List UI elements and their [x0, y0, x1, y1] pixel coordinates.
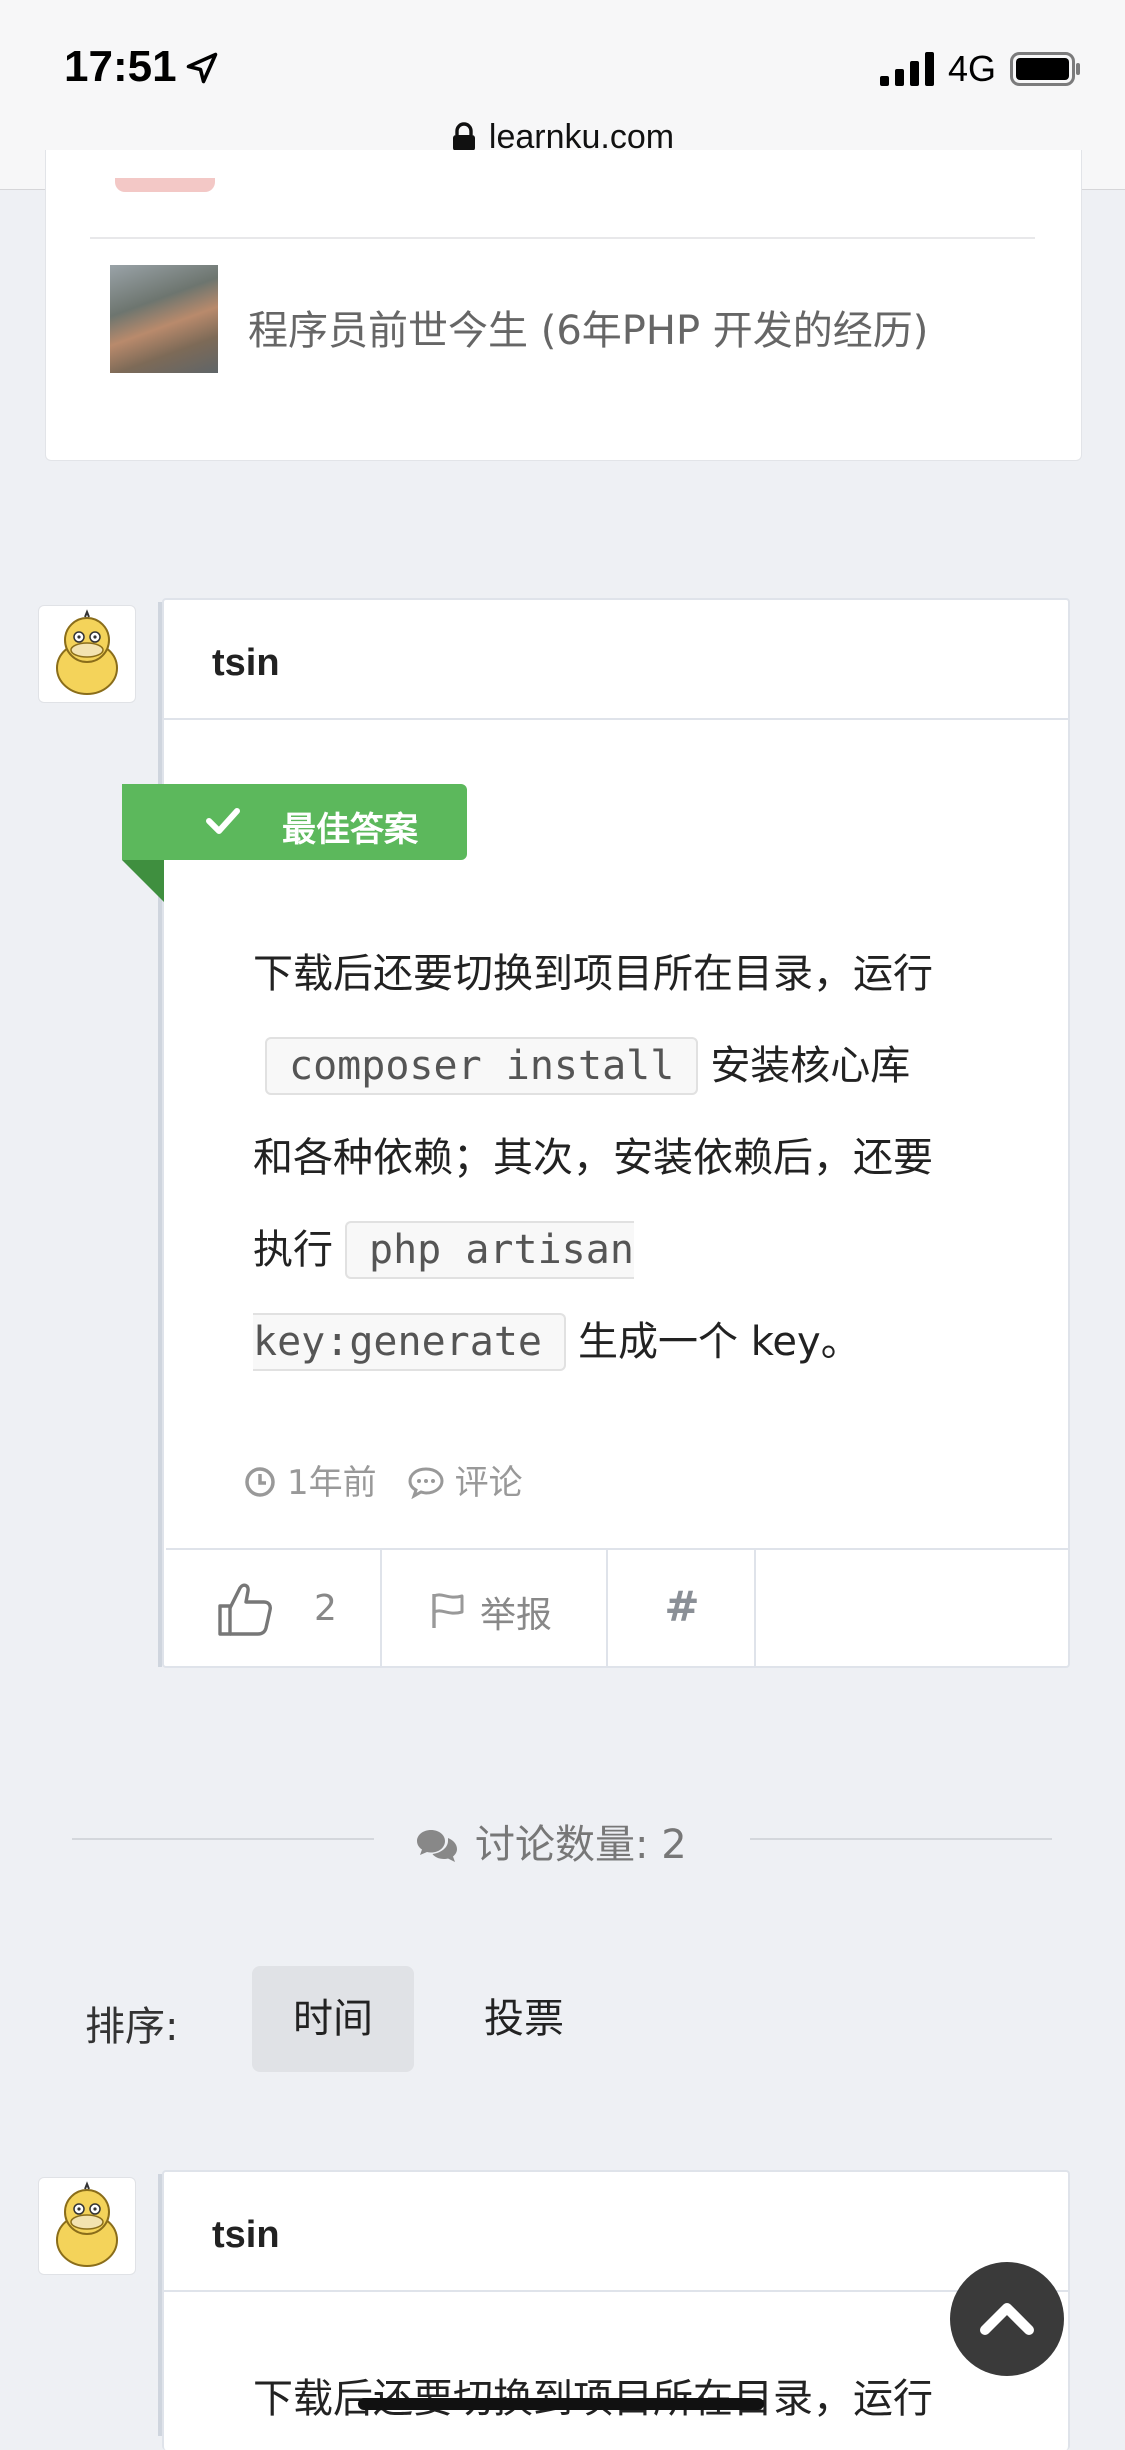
sort-label: 排序:: [85, 2004, 179, 2050]
inline-code: key:generate: [253, 1313, 566, 1371]
comments-icon: [417, 1830, 457, 1862]
card-header-divider: [164, 718, 1068, 720]
answer-text: 下载后还要切换到项目所在目录，运行: [253, 951, 933, 997]
answer-action-bar: 2 举报 #: [166, 1548, 1068, 1668]
lock-icon: [452, 122, 475, 151]
report-label: 举报: [480, 1595, 553, 1636]
report-button[interactable]: 举报: [382, 1550, 608, 1668]
related-divider: [90, 237, 1035, 239]
sort-by-vote-button[interactable]: 投票: [462, 1966, 586, 2072]
answer-text: 生成一个 key。: [577, 1319, 861, 1365]
inline-code: php artisan: [345, 1221, 634, 1279]
cellular-signal-icon: [880, 52, 934, 86]
card-header-divider: [164, 2290, 1068, 2292]
scroll-to-top-button[interactable]: [950, 2262, 1064, 2376]
post-time: 1年前: [287, 1463, 377, 1503]
clock-icon: [245, 1467, 275, 1497]
author-name[interactable]: tsin: [212, 642, 280, 685]
best-answer-label: 最佳答案: [282, 810, 418, 850]
location-arrow-icon: [186, 52, 218, 84]
flag-icon: [432, 1593, 464, 1628]
home-indicator[interactable]: [358, 2398, 764, 2410]
discussion-count: 讨论数量: 2: [415, 1812, 687, 1870]
status-time: 17:51: [64, 42, 177, 91]
related-badge-fragment: [115, 178, 215, 192]
inline-code: composer install: [265, 1037, 699, 1095]
badge-fold: [122, 860, 164, 902]
comment-icon: [408, 1467, 444, 1500]
answer-text: 和各种依赖；其次，安装依赖后，还要: [253, 1135, 933, 1181]
related-article-title[interactable]: 程序员前世今生 (6年PHP 开发的经历): [248, 298, 928, 356]
avatar[interactable]: [38, 605, 136, 703]
like-count: 2: [314, 1588, 337, 1629]
answer-text: 执行: [253, 1227, 333, 1273]
comment-link[interactable]: 评论: [455, 1463, 523, 1503]
answer-text: 安装核心库: [710, 1043, 911, 1089]
battery-icon: [1010, 52, 1080, 86]
sort-by-time-button[interactable]: 时间: [252, 1966, 414, 2072]
divider-left: [72, 1838, 374, 1840]
network-type: 4G: [948, 48, 997, 89]
author-name[interactable]: tsin: [212, 2214, 280, 2257]
thumbs-up-icon: [218, 1583, 272, 1636]
answer-meta: 1年前 评论: [243, 1455, 523, 1504]
chevron-up-icon: [980, 2303, 1034, 2335]
answer-content: 下载后还要切换到项目所在目录，运行 composer install 安装核心库 …: [253, 928, 983, 1388]
check-icon: [206, 808, 240, 834]
like-button[interactable]: 2: [166, 1550, 382, 1668]
related-article-thumbnail[interactable]: [110, 265, 218, 373]
best-answer-badge: 最佳答案: [122, 784, 467, 860]
permalink-button[interactable]: #: [608, 1550, 756, 1668]
hash-icon: #: [664, 1582, 700, 1631]
avatar[interactable]: [38, 2177, 136, 2275]
reply-text: 下载后还要切换到项目所在目录，运行: [253, 2366, 933, 2424]
duck-avatar-icon: [56, 609, 118, 695]
discussion-count-label: 讨论数量: 2: [475, 1822, 687, 1868]
divider-right: [750, 1838, 1052, 1840]
duck-avatar-icon: [56, 2181, 118, 2267]
